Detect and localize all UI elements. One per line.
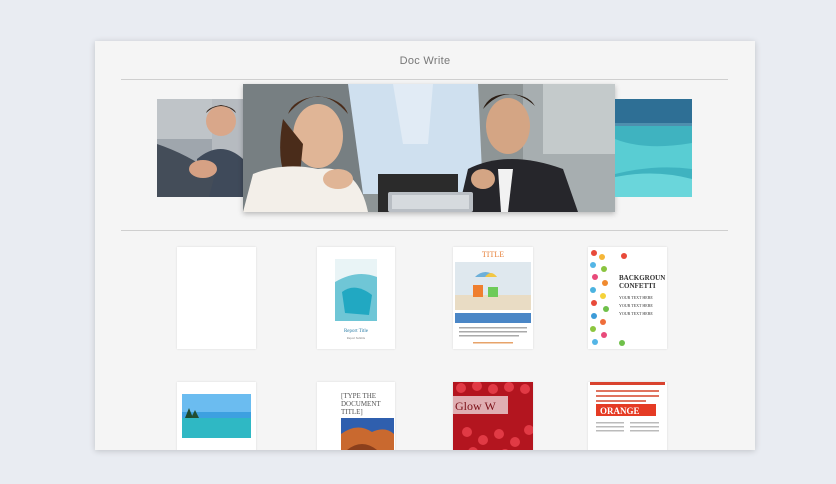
section-divider [121,230,728,231]
report-subtitle-text: Report Subtitle [347,336,366,340]
template-title-beach[interactable]: TITLE [453,247,533,349]
report-title-text: Report Title [344,329,369,334]
app-title: Doc Write [399,55,451,67]
doc-write-window: Doc Write Report Title Report Subtitle T… [95,41,755,450]
confetti-body-line: YOUR TEXT HERE [619,295,653,300]
template-report[interactable]: Report Title Report Subtitle [317,247,395,349]
carousel-slide-current[interactable] [243,84,615,212]
orange-heading: ORANGE [600,406,640,416]
confetti-heading-line2: CONFETTI [619,282,656,290]
confetti-body-line: YOUR TEXT HERE [619,311,653,316]
template-lake-photo[interactable] [177,382,256,450]
carousel-slide-previous[interactable] [157,99,243,197]
carousel-slide-next[interactable] [615,99,692,197]
doc-title-line3: TITLE] [341,408,363,416]
doc-title-line2: DOCUMENT [341,400,381,408]
template-glow[interactable]: Glow W [453,382,533,450]
template-document-title[interactable]: [TYPE THE DOCUMENT TITLE] [317,382,395,450]
confetti-body-line: YOUR TEXT HERE [619,303,653,308]
template-background-confetti[interactable]: BACKGROUN CONFETTI YOUR TEXT HERE YOUR T… [588,247,667,349]
confetti-heading-line1: BACKGROUN [619,274,665,282]
header-divider [121,79,728,80]
template-blank[interactable] [177,247,256,349]
template-title-heading: TITLE [482,250,504,259]
template-orange[interactable]: ORANGE [588,382,667,450]
doc-title-line1: [TYPE THE [341,392,376,400]
glow-heading: Glow W [455,399,496,413]
